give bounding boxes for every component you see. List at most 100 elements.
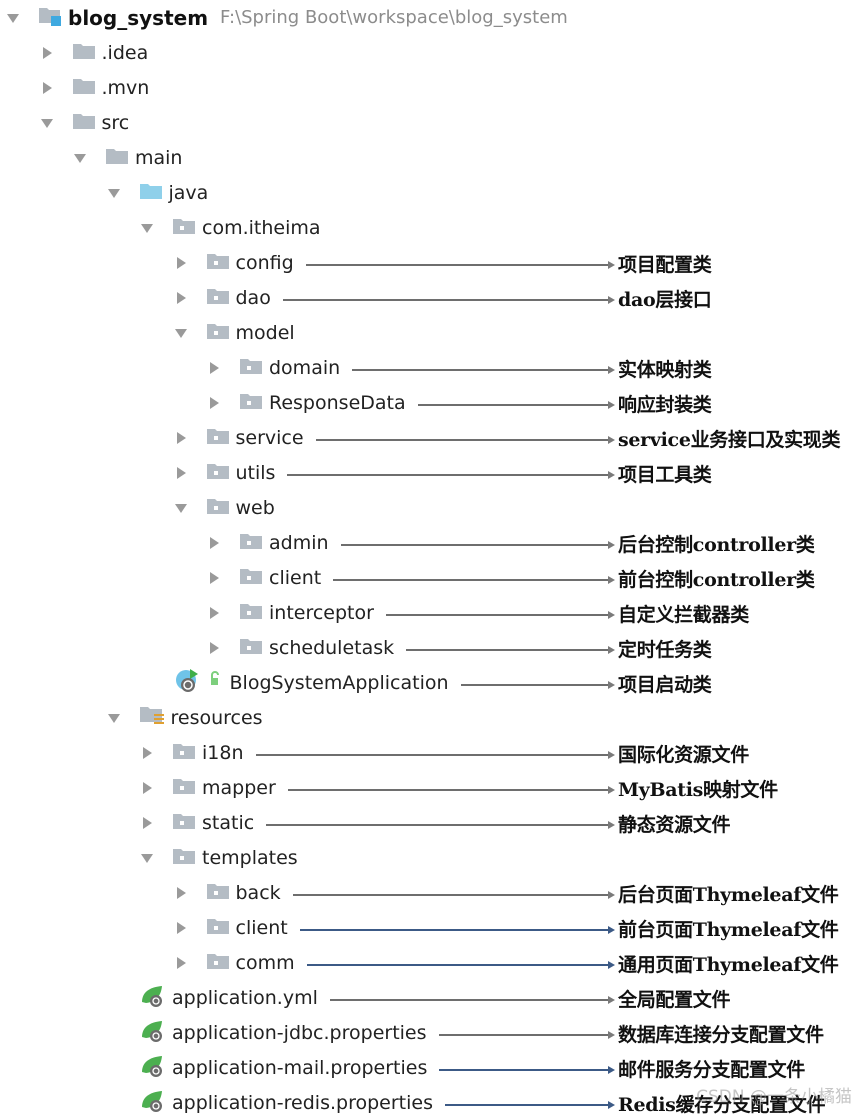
package-icon [239, 392, 263, 414]
tree-node-label: .idea [101, 41, 149, 64]
tree-node-scheduletask[interactable]: scheduletask [207, 630, 394, 665]
annotation-arrow-line [288, 788, 608, 791]
annotation-arrow-line [256, 753, 608, 756]
tree-node-admin[interactable]: admin [207, 525, 329, 560]
tree-node-app[interactable]: BlogSystemApplication [174, 665, 449, 700]
annotation-arrow-line [461, 683, 608, 686]
annotation-note: 后台控制controller类 [618, 534, 815, 556]
expand-arrow-right-icon[interactable] [207, 641, 221, 655]
tree-node-tclient[interactable]: client [174, 910, 288, 945]
tree-node-responsedata[interactable]: ResponseData [207, 385, 406, 420]
expand-arrow-down-icon[interactable] [140, 851, 154, 865]
arrow-head-icon [608, 260, 615, 269]
resources-folder-icon [139, 705, 165, 731]
project-path: F:\Spring Boot\workspace\blog_system [220, 7, 568, 28]
tree-node-jdbc[interactable]: application-jdbc.properties [140, 1015, 427, 1050]
tree-node-back[interactable]: back [174, 875, 281, 910]
package-icon [206, 287, 230, 309]
expand-arrow-right-icon[interactable] [174, 291, 188, 305]
tree-node-idea[interactable]: .idea [40, 35, 149, 70]
expand-arrow-right-icon[interactable] [207, 361, 221, 375]
annotation-note: 自定义拦截器类 [618, 604, 749, 626]
expand-arrow-right-icon[interactable] [140, 781, 154, 795]
tree-node-pkg[interactable]: com.itheima [140, 210, 321, 245]
package-icon [206, 252, 230, 274]
annotation-arrow-line [439, 1033, 608, 1036]
tree-node-mvn[interactable]: .mvn [40, 70, 149, 105]
tree-node-src[interactable]: src [40, 105, 129, 140]
tree-node-config[interactable]: config [174, 245, 294, 280]
tree-node-service[interactable]: service [174, 420, 304, 455]
spring-boot-app-icon [174, 668, 224, 698]
tree-node-resources[interactable]: resources [107, 700, 263, 735]
tree-node-label: utils [235, 461, 276, 484]
tree-node-root[interactable]: blog_system F:\Spring Boot\workspace\blog… [6, 0, 568, 35]
annotation-arrow-line [293, 893, 608, 896]
annotation-arrow-line [283, 298, 608, 301]
tree-node-interceptor[interactable]: interceptor [207, 595, 374, 630]
expand-arrow-right-icon[interactable] [174, 886, 188, 900]
arrow-head-icon [608, 645, 615, 654]
tree-node-mail[interactable]: application-mail.properties [140, 1050, 427, 1085]
annotation-arrow-line [306, 263, 608, 266]
tree-node-dao[interactable]: dao [174, 280, 271, 315]
expand-arrow-right-icon[interactable] [40, 81, 54, 95]
expand-arrow-down-icon[interactable] [107, 186, 121, 200]
expand-arrow-right-icon[interactable] [207, 606, 221, 620]
tree-node-domain[interactable]: domain [207, 350, 340, 385]
annotation-arrow-line [307, 963, 608, 966]
annotation-note: 项目配置类 [618, 254, 712, 276]
expand-arrow-right-icon[interactable] [174, 256, 188, 270]
tree-node-label: client [235, 916, 288, 939]
tree-node-templates[interactable]: templates [140, 840, 298, 875]
arrow-head-icon [608, 1030, 615, 1039]
annotation-note: 静态资源文件 [618, 814, 731, 836]
tree-node-label: web [235, 496, 275, 519]
expand-arrow-right-icon[interactable] [207, 571, 221, 585]
tree-node-label: dao [235, 286, 271, 309]
expand-arrow-down-icon[interactable] [6, 11, 20, 25]
expand-arrow-down-icon[interactable] [140, 221, 154, 235]
expand-arrow-right-icon[interactable] [140, 816, 154, 830]
expand-arrow-right-icon[interactable] [174, 921, 188, 935]
annotation-arrow-line [333, 578, 608, 581]
tree-node-appyml[interactable]: application.yml [140, 980, 318, 1015]
annotation-arrow-line [330, 998, 608, 1001]
expand-arrow-right-icon[interactable] [174, 466, 188, 480]
annotation-note: 通用页面Thymeleaf文件 [618, 954, 839, 976]
arrow-head-icon [608, 820, 615, 829]
expand-arrow-right-icon[interactable] [207, 396, 221, 410]
arrow-head-icon [608, 610, 615, 619]
expand-arrow-right-icon[interactable] [207, 536, 221, 550]
expand-arrow-down-icon[interactable] [107, 711, 121, 725]
tree-node-mapper[interactable]: mapper [140, 770, 276, 805]
tree-node-client[interactable]: client [207, 560, 321, 595]
tree-node-java[interactable]: java [107, 175, 208, 210]
tree-node-label: static [202, 811, 255, 834]
annotation-arrow-line [418, 403, 608, 406]
arrow-head-icon [608, 575, 615, 584]
annotation-note: 项目启动类 [618, 674, 712, 696]
expand-arrow-down-icon[interactable] [40, 116, 54, 130]
expand-arrow-right-icon[interactable] [40, 46, 54, 60]
spring-config-icon [140, 984, 166, 1012]
expand-arrow-down-icon[interactable] [174, 501, 188, 515]
tree-node-static[interactable]: static [140, 805, 254, 840]
package-icon [239, 357, 263, 379]
expand-arrow-right-icon[interactable] [174, 956, 188, 970]
tree-node-i18n[interactable]: i18n [140, 735, 244, 770]
annotation-arrow-line [352, 368, 608, 371]
tree-node-model[interactable]: model [174, 315, 295, 350]
tree-node-main[interactable]: main [73, 140, 182, 175]
tree-node-label: domain [269, 356, 341, 379]
tree-node-label: scheduletask [269, 636, 395, 659]
tree-node-web[interactable]: web [174, 490, 275, 525]
expand-arrow-right-icon[interactable] [140, 746, 154, 760]
annotation-note: 前台页面Thymeleaf文件 [618, 919, 839, 941]
expand-arrow-down-icon[interactable] [73, 151, 87, 165]
expand-arrow-right-icon[interactable] [174, 431, 188, 445]
tree-node-comm[interactable]: comm [174, 945, 295, 980]
tree-node-utils[interactable]: utils [174, 455, 276, 490]
expand-arrow-down-icon[interactable] [174, 326, 188, 340]
tree-node-label: application-jdbc.properties [172, 1021, 427, 1044]
